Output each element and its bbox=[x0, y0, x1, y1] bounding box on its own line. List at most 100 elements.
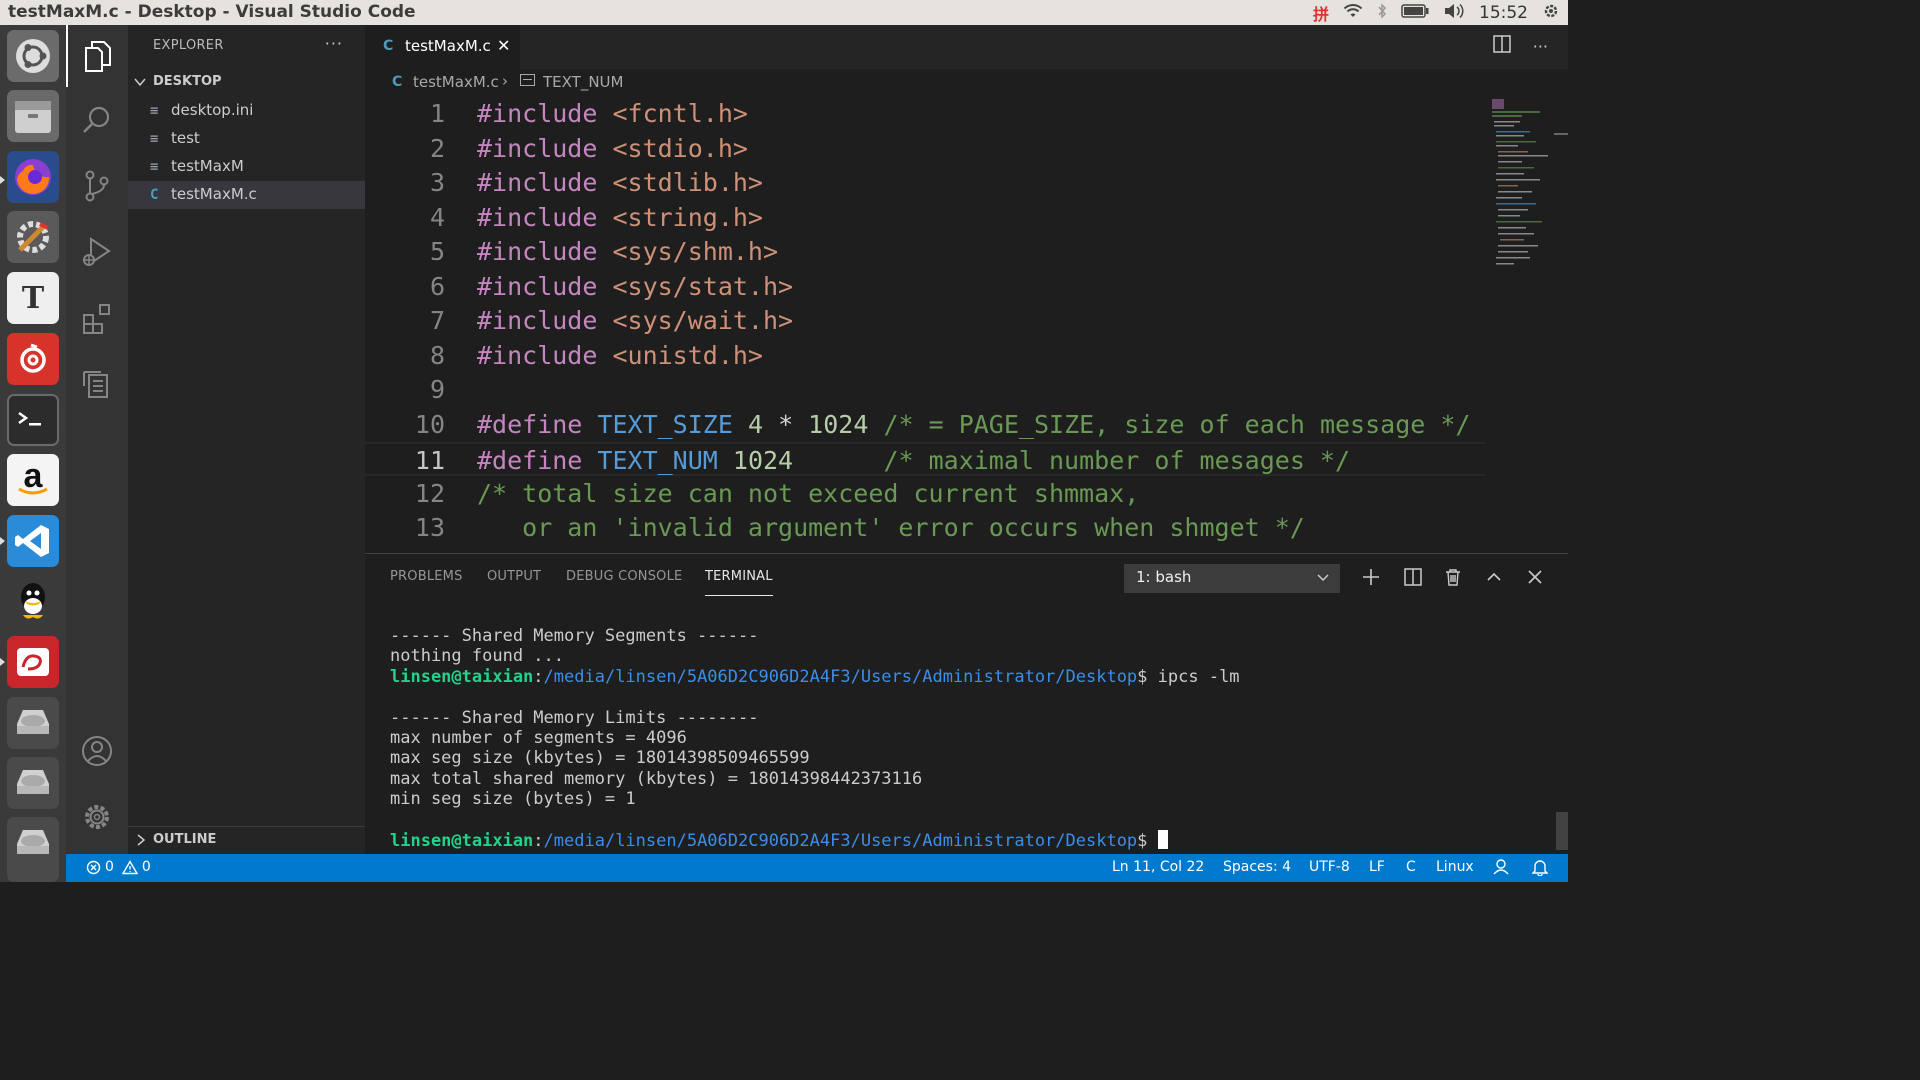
terminal-select[interactable]: 1: bash bbox=[1124, 564, 1340, 593]
tab-problems[interactable]: PROBLEMS bbox=[390, 569, 463, 584]
c-file-icon: C bbox=[392, 74, 403, 90]
tab-output[interactable]: OUTPUT bbox=[487, 569, 541, 584]
chevron-down-icon bbox=[134, 78, 146, 87]
bell-icon[interactable] bbox=[1531, 858, 1549, 880]
app-launcher: T a bbox=[0, 25, 66, 882]
tab-debug-console[interactable]: DEBUG CONSOLE bbox=[566, 569, 682, 584]
code-token: <unistd.h> bbox=[612, 340, 763, 370]
end-of-line[interactable]: LF bbox=[1369, 859, 1385, 875]
code-token: /* maximal number of mesages */ bbox=[883, 446, 1351, 475]
text-file-icon: ≡ bbox=[150, 103, 159, 119]
vscode-icon[interactable] bbox=[7, 515, 59, 567]
line-number: 7 bbox=[429, 306, 445, 335]
encoding[interactable]: UTF-8 bbox=[1309, 859, 1350, 875]
files-icon[interactable] bbox=[7, 90, 59, 142]
code-text: #include <fcntl.h> bbox=[477, 99, 748, 128]
text-editor-icon[interactable]: T bbox=[7, 272, 59, 324]
maximize-panel-icon[interactable] bbox=[1482, 565, 1506, 589]
terminal-icon[interactable] bbox=[7, 394, 59, 446]
code-token: #include bbox=[477, 306, 613, 335]
settings-tools-icon[interactable] bbox=[7, 211, 59, 263]
terminal-scrollbar[interactable] bbox=[1556, 812, 1568, 850]
code-editor[interactable]: 1 #include <fcntl.h> 2 #include <stdio.h> 3 #… bbox=[365, 97, 1568, 553]
folder-section-desktop[interactable]: DESKTOP bbox=[128, 71, 365, 93]
code-token: <stdlib.h> bbox=[612, 168, 763, 197]
source-control-icon[interactable] bbox=[66, 155, 128, 217]
code-text: #include <stdlib.h> bbox=[477, 168, 763, 197]
minimap[interactable] bbox=[1488, 97, 1550, 277]
editor-actions: ··· bbox=[1492, 35, 1548, 57]
battery-icon[interactable] bbox=[1401, 3, 1429, 22]
problems-status[interactable]: 0 0 bbox=[86, 859, 151, 875]
netease-music-icon[interactable] bbox=[7, 333, 59, 385]
trash-icon[interactable] bbox=[1441, 565, 1465, 589]
explorer-icon[interactable] bbox=[66, 25, 128, 87]
file-item-test[interactable]: ≡ test bbox=[128, 125, 365, 153]
tab-terminal[interactable]: TERMINAL bbox=[705, 569, 773, 596]
language-mode[interactable]: C bbox=[1406, 859, 1416, 875]
drive-icon[interactable] bbox=[7, 697, 59, 749]
more-actions-button[interactable]: ··· bbox=[325, 34, 343, 53]
code-text: #include <sys/shm.h> bbox=[477, 237, 778, 266]
file-item-desktop-ini[interactable]: ≡ desktop.ini bbox=[128, 97, 365, 125]
sidebar-title: EXPLORER bbox=[153, 38, 224, 53]
window-title: testMaxM.c - Desktop - Visual Studio Cod… bbox=[8, 2, 416, 22]
remote-explorer-icon[interactable] bbox=[66, 353, 128, 415]
code-line: 6 #include <sys/stat.h> bbox=[365, 270, 1485, 304]
feedback-icon[interactable] bbox=[1493, 858, 1511, 880]
split-editor-icon[interactable] bbox=[1492, 35, 1511, 57]
tab-testmaxm-c[interactable]: C testMaxM.c ✕ bbox=[365, 25, 520, 69]
text-file-icon: ≡ bbox=[150, 131, 159, 147]
qq-icon[interactable] bbox=[7, 575, 59, 627]
run-debug-icon[interactable] bbox=[66, 221, 128, 283]
line-number: 4 bbox=[429, 202, 445, 232]
code-token: 1024 bbox=[732, 446, 794, 475]
line-number: 3 bbox=[429, 168, 445, 197]
breadcrumb-symbol[interactable]: TEXT_NUM bbox=[543, 73, 623, 91]
warning-count: 0 bbox=[141, 859, 151, 875]
ubuntu-logo-icon[interactable] bbox=[7, 30, 59, 82]
file-item-testmaxm[interactable]: ≡ testMaxM bbox=[128, 153, 365, 181]
line-number: 9 bbox=[429, 375, 445, 404]
wps-icon[interactable] bbox=[7, 636, 59, 688]
cursor-position[interactable]: Ln 11, Col 22 bbox=[1112, 859, 1204, 875]
code-token: /* = PAGE_SIZE, size of each message */ bbox=[883, 409, 1471, 439]
tab-label: testMaxM.c bbox=[405, 37, 491, 55]
clock[interactable]: 15:52 bbox=[1479, 3, 1528, 23]
search-icon[interactable] bbox=[66, 89, 128, 151]
firefox-icon[interactable] bbox=[7, 151, 59, 203]
code-line: 2 #include <stdio.h> bbox=[365, 132, 1485, 166]
settings-gear-icon[interactable] bbox=[66, 786, 128, 848]
terminal-line: max number of segments = 4096 bbox=[390, 728, 687, 749]
prompt-symbol: $ bbox=[1137, 666, 1158, 687]
outline-section[interactable]: OUTLINE bbox=[128, 826, 365, 854]
power-gear-icon[interactable] bbox=[1542, 2, 1560, 24]
extensions-icon[interactable] bbox=[66, 287, 128, 349]
code-text: #define TEXT_SIZE 4 * 1024 /* = PAGE_SIZ… bbox=[477, 410, 1470, 439]
file-item-testmaxm-c[interactable]: C testMaxM.c bbox=[128, 181, 365, 209]
indentation[interactable]: Spaces: 4 bbox=[1223, 859, 1291, 875]
breadcrumb-file[interactable]: testMaxM.c bbox=[413, 73, 499, 91]
wifi-icon[interactable] bbox=[1343, 3, 1363, 23]
new-terminal-icon[interactable] bbox=[1359, 565, 1383, 589]
close-icon[interactable]: ✕ bbox=[497, 36, 510, 55]
code-text: #include <sys/stat.h> bbox=[477, 272, 793, 301]
more-actions-button[interactable]: ··· bbox=[1533, 37, 1548, 56]
symbol-constant-icon bbox=[520, 74, 535, 86]
input-method-indicator[interactable]: 拼 bbox=[1313, 1, 1329, 25]
trash-icon[interactable] bbox=[7, 855, 59, 882]
amazon-icon[interactable]: a bbox=[7, 454, 59, 506]
prompt-colon: : bbox=[533, 666, 544, 687]
editor-scrollbar[interactable] bbox=[1554, 133, 1568, 135]
terminal-output[interactable]: ------ Shared Memory Segments ------ noth… bbox=[390, 626, 1540, 851]
bluetooth-icon[interactable] bbox=[1377, 2, 1387, 23]
account-icon[interactable] bbox=[66, 720, 128, 782]
volume-icon[interactable] bbox=[1443, 3, 1465, 23]
split-terminal-icon[interactable] bbox=[1401, 565, 1425, 589]
code-line: 12 /* total size can not exceed current s… bbox=[365, 477, 1485, 511]
close-panel-icon[interactable] bbox=[1523, 565, 1547, 589]
platform[interactable]: Linux bbox=[1436, 859, 1474, 875]
drive-icon[interactable] bbox=[7, 757, 59, 809]
